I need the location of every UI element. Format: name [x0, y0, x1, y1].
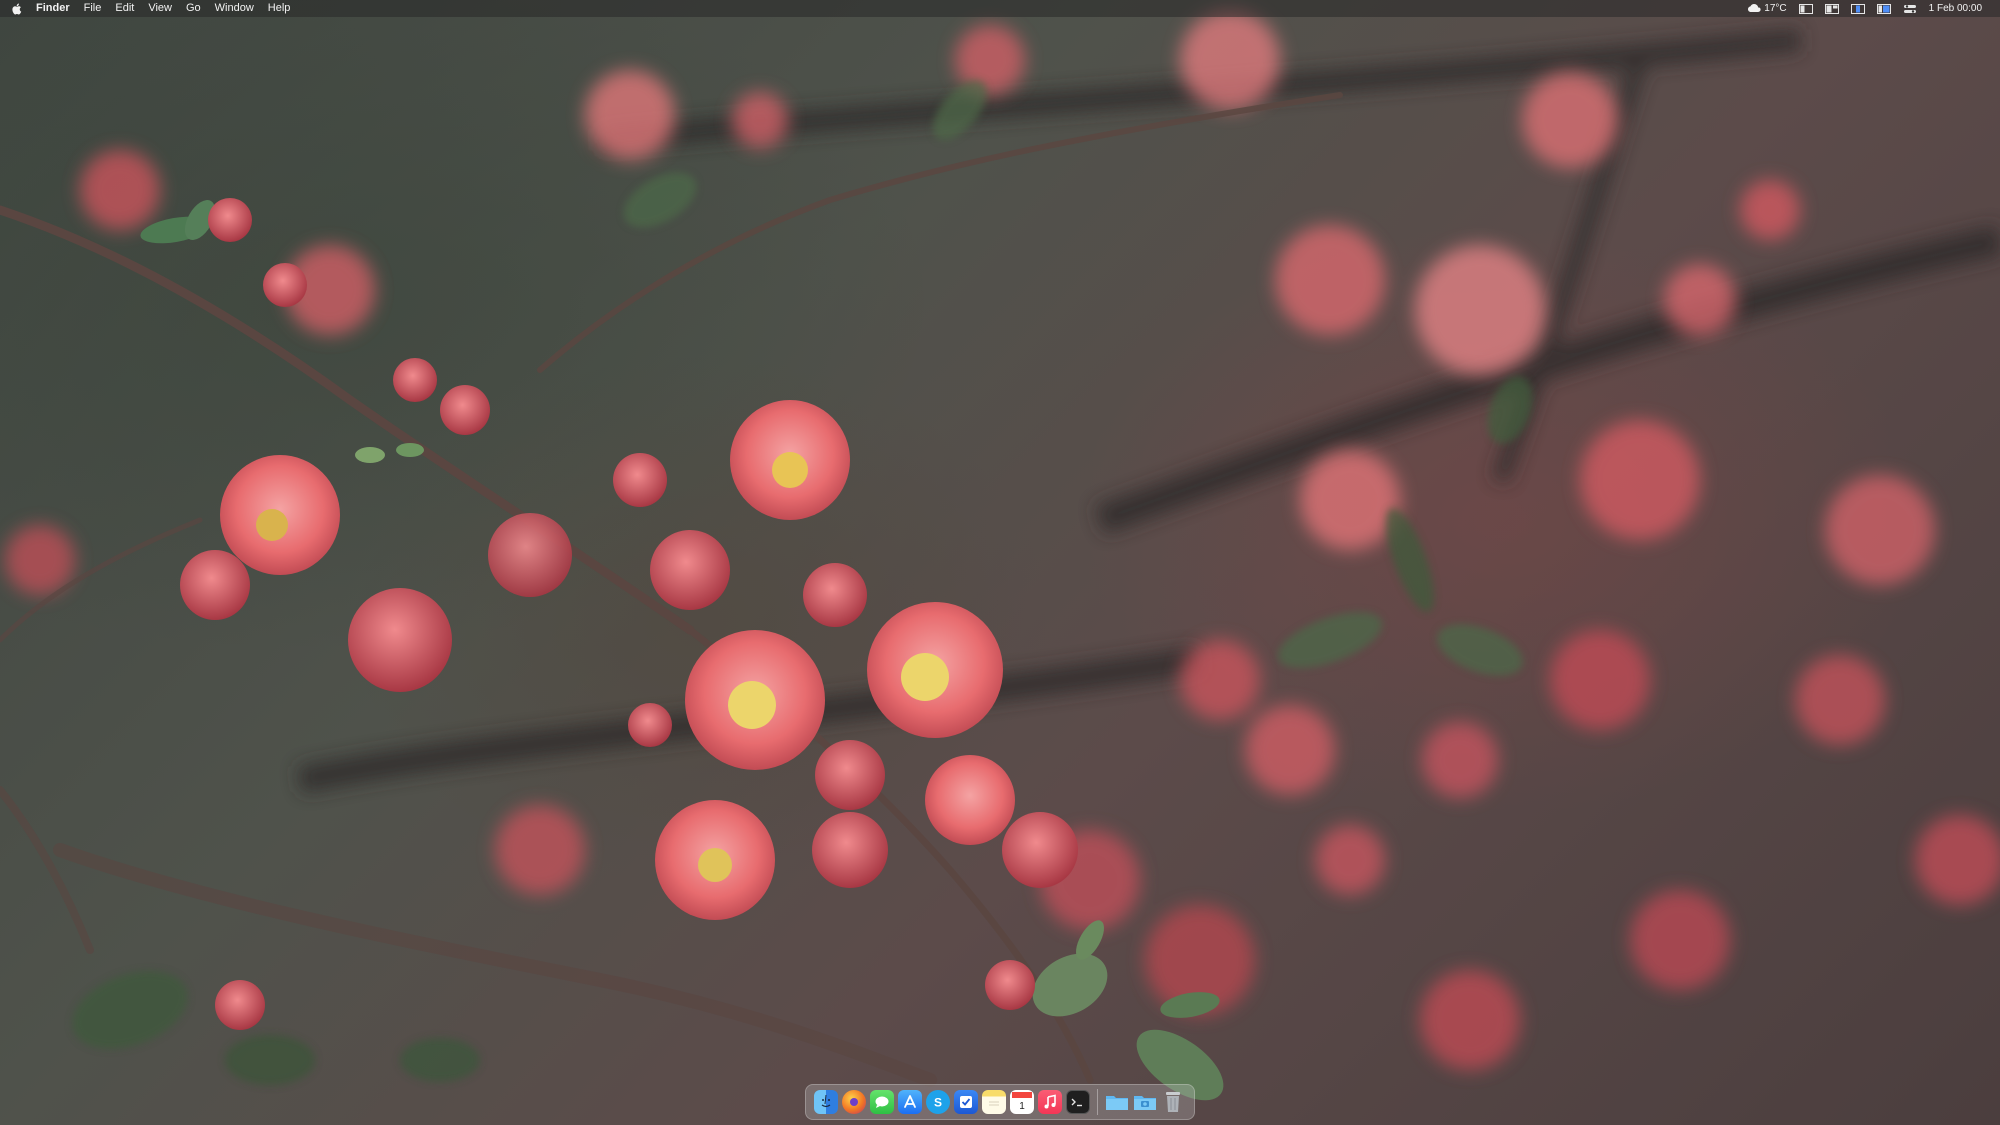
- weather-temperature: 17°C: [1764, 3, 1787, 14]
- menu-view[interactable]: View: [148, 0, 172, 17]
- music-icon: [1044, 1094, 1056, 1109]
- window-tile-left-icon[interactable]: [1798, 3, 1813, 14]
- wallpaper: [0, 10, 2000, 1101]
- svg-text:S: S: [934, 1096, 942, 1110]
- dock-item-notes[interactable]: [982, 1090, 1006, 1114]
- weather-widget[interactable]: 17°C: [1748, 3, 1787, 14]
- dock-item-finder[interactable]: [814, 1090, 838, 1114]
- folder-icon: [1106, 1096, 1128, 1110]
- checkbox-icon: [960, 1096, 972, 1108]
- control-center-icon[interactable]: [1903, 4, 1917, 14]
- window-tile-active-icon[interactable]: [1850, 3, 1865, 14]
- dock-item-music[interactable]: [1038, 1090, 1062, 1114]
- menu-bar: Finder File Edit View Go Window Help 17°…: [0, 0, 2000, 17]
- dock-item-app-store[interactable]: [898, 1090, 922, 1114]
- calendar-icon: 1: [1012, 1092, 1032, 1112]
- dock-item-messages[interactable]: [870, 1090, 894, 1114]
- dock-item-firefox[interactable]: [842, 1090, 866, 1114]
- terminal-icon: [1071, 1098, 1082, 1107]
- desktop[interactable]: Finder File Edit View Go Window Help 17°…: [0, 0, 2000, 1125]
- window-tile-split-icon[interactable]: [1824, 3, 1839, 14]
- apple-menu-icon[interactable]: [10, 2, 22, 15]
- dock: S 1: [805, 1084, 1195, 1120]
- finder-icon: [821, 1094, 831, 1108]
- messages-icon: [875, 1096, 889, 1108]
- dock-item-downloads[interactable]: [1133, 1090, 1157, 1114]
- menu-file[interactable]: File: [84, 0, 102, 17]
- menu-window[interactable]: Window: [215, 0, 254, 17]
- firefox-icon: [850, 1098, 858, 1106]
- dock-item-terminal[interactable]: [1066, 1090, 1090, 1114]
- dock-item-todo[interactable]: [954, 1090, 978, 1114]
- app-store-icon: [904, 1095, 916, 1108]
- status-area: 17°C 1 Feb 00:00: [1736, 0, 1990, 17]
- cloud-icon: [1748, 4, 1761, 12]
- menu-go[interactable]: Go: [186, 0, 201, 17]
- dock-item-folder[interactable]: [1105, 1090, 1129, 1114]
- skype-icon: S: [934, 1096, 942, 1110]
- trash-icon: [1166, 1092, 1180, 1112]
- dock-separator: [1097, 1089, 1098, 1115]
- menu-help[interactable]: Help: [268, 0, 291, 17]
- notes-icon: [989, 1101, 999, 1106]
- downloads-folder-icon: [1134, 1096, 1156, 1110]
- menu-app-name[interactable]: Finder: [36, 0, 70, 17]
- menu-edit[interactable]: Edit: [115, 0, 134, 17]
- menu-bar-clock[interactable]: 1 Feb 00:00: [1929, 3, 1982, 14]
- dock-item-skype[interactable]: S: [926, 1090, 950, 1114]
- window-tile-right-icon[interactable]: [1876, 3, 1891, 14]
- dock-item-calendar[interactable]: 1: [1010, 1090, 1034, 1114]
- svg-text:1: 1: [1019, 1101, 1025, 1112]
- dock-item-trash[interactable]: [1161, 1090, 1185, 1114]
